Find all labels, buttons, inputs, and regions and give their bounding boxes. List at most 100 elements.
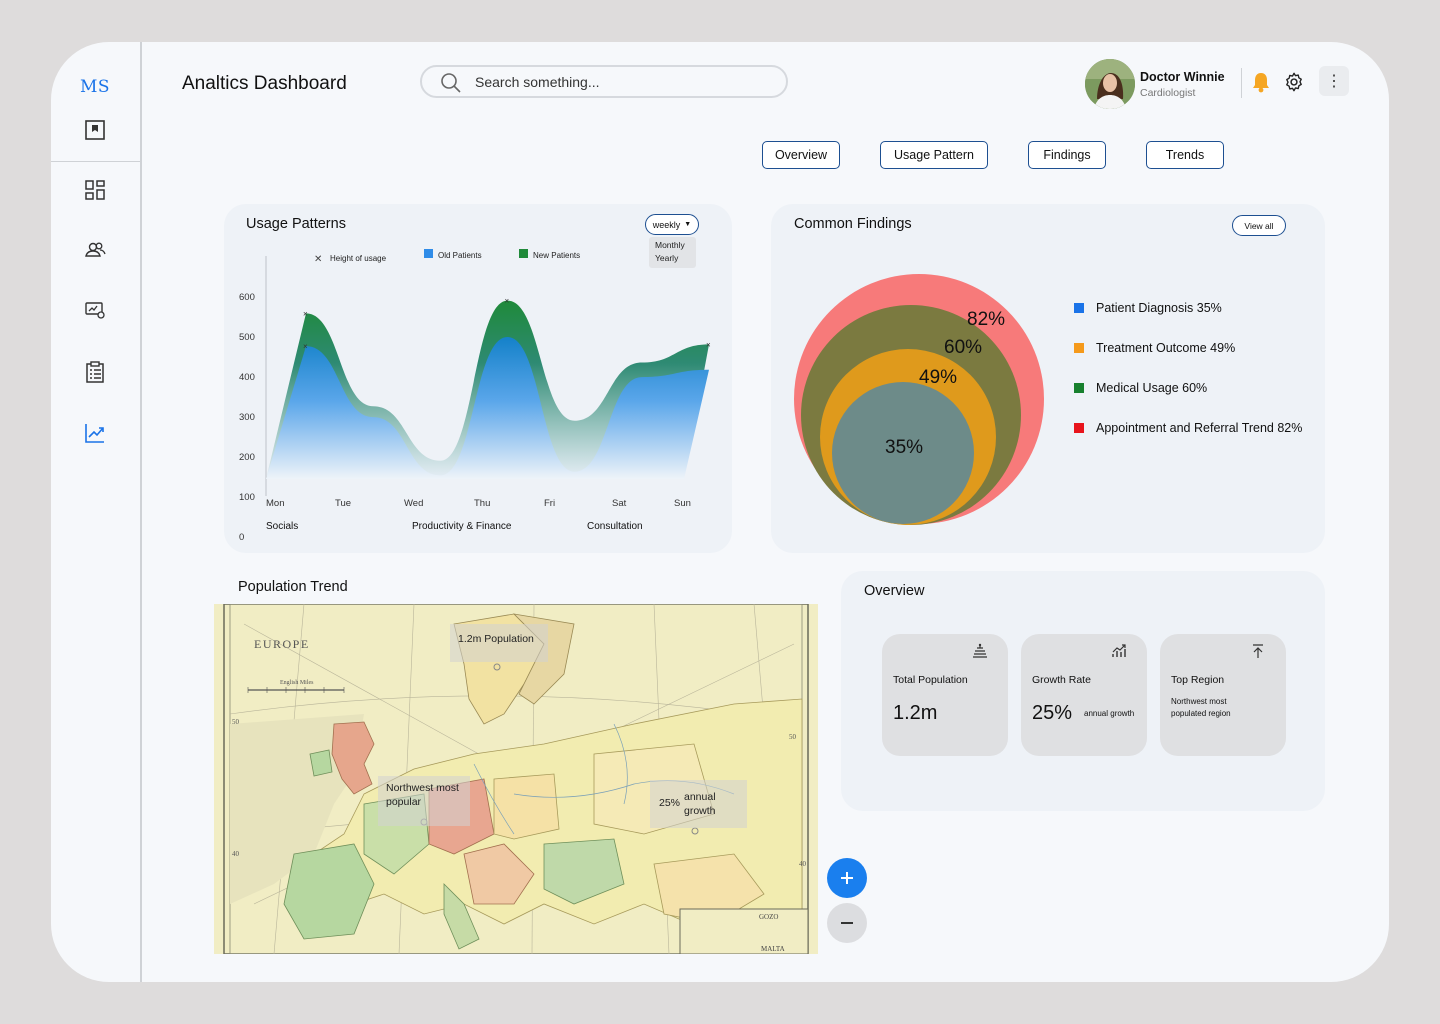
growth-chart-icon bbox=[1112, 644, 1126, 657]
map-title: EUROPE bbox=[254, 637, 310, 651]
tab-overview[interactable]: Overview bbox=[762, 141, 840, 169]
svg-text:50: 50 bbox=[789, 733, 797, 741]
findings-legend-item: Medical Usage 60% bbox=[1074, 381, 1207, 395]
stat-total-population[interactable]: Total Population 1.2m bbox=[882, 634, 1008, 756]
svg-text:50: 50 bbox=[232, 718, 240, 726]
findings-legend-item: Treatment Outcome 49% bbox=[1074, 341, 1235, 355]
population-icon bbox=[973, 643, 987, 658]
x-tick-label: Fri bbox=[544, 498, 555, 509]
findings-legend-item: Appointment and Referral Trend 82% bbox=[1074, 421, 1302, 435]
period-option-yearly[interactable]: Yearly bbox=[655, 252, 696, 265]
zoom-in-button[interactable] bbox=[827, 858, 867, 898]
trend-chart-icon[interactable] bbox=[84, 422, 106, 444]
stat-label: Total Population bbox=[893, 674, 968, 686]
common-findings-card: Common Findings View all 82% 60% 49% 35% Pa… bbox=[771, 204, 1325, 553]
search-input[interactable] bbox=[475, 71, 775, 93]
peak-marker: × bbox=[303, 309, 308, 318]
region-map-label: Northwest most popular bbox=[378, 776, 470, 826]
y-tick-label: 100 bbox=[239, 492, 255, 503]
category-group-label: Productivity & Finance bbox=[412, 521, 512, 532]
period-option-monthly[interactable]: Monthly bbox=[655, 239, 696, 252]
map-inset-label: MALTA bbox=[761, 945, 785, 953]
user-role: Cardiologist bbox=[1140, 87, 1196, 99]
legend-label: Height of usage bbox=[330, 254, 387, 263]
legend-label: New Patients bbox=[533, 251, 580, 260]
usage-patterns-card: Usage Patterns ✕ Height of usage Old Patie… bbox=[224, 204, 732, 553]
tab-findings[interactable]: Findings bbox=[1028, 141, 1106, 169]
stat-value: 25% bbox=[1032, 702, 1073, 724]
users-icon[interactable] bbox=[84, 239, 106, 261]
legend-label: Medical Usage 60% bbox=[1096, 381, 1208, 395]
population-trend-title: Population Trend bbox=[238, 579, 348, 595]
period-dropdown-menu: Monthly Yearly bbox=[649, 237, 696, 268]
europe-map[interactable]: GOZO MALTA EUROPE English Miles 50 50 40… bbox=[214, 604, 818, 954]
legend-swatch bbox=[1074, 383, 1084, 393]
legend-label: Patient Diagnosis 35% bbox=[1096, 301, 1222, 315]
y-tick-label: 400 bbox=[239, 372, 255, 383]
minus-icon bbox=[841, 922, 853, 924]
header-divider bbox=[1241, 68, 1242, 98]
stat-label: Top Region bbox=[1171, 674, 1225, 686]
gear-icon[interactable] bbox=[1283, 71, 1305, 93]
stat-growth-rate[interactable]: Growth Rate 25% annual growth bbox=[1021, 634, 1147, 756]
legend-swatch bbox=[1074, 343, 1084, 353]
bell-icon[interactable] bbox=[1251, 71, 1271, 93]
logo: MS bbox=[80, 77, 111, 97]
image-icon[interactable] bbox=[84, 119, 106, 141]
y-tick-label: 200 bbox=[239, 452, 255, 463]
monitor-settings-icon[interactable] bbox=[84, 299, 106, 321]
peak-marker: × bbox=[303, 342, 308, 351]
stat-subtext: annual growth bbox=[1084, 709, 1135, 718]
stat-value: 1.2m bbox=[893, 702, 938, 724]
legend-label: Old Patients bbox=[438, 251, 482, 260]
peak-marker: × bbox=[706, 340, 711, 349]
map-scale-label: English Miles bbox=[280, 680, 314, 686]
page-title: Analtics Dashboard bbox=[182, 73, 347, 94]
plus-icon bbox=[841, 872, 853, 884]
peak-marker: × bbox=[505, 297, 510, 306]
category-group-label: Socials bbox=[266, 521, 298, 532]
tab-usage-pattern[interactable]: Usage Pattern bbox=[880, 141, 988, 169]
category-group-label: Consultation bbox=[587, 521, 643, 532]
search-icon bbox=[441, 73, 461, 93]
arrow-to-top-icon bbox=[1253, 644, 1263, 658]
legend-swatch bbox=[1074, 423, 1084, 433]
search-bar[interactable] bbox=[420, 65, 788, 98]
user-name: Doctor Winnie bbox=[1140, 70, 1225, 84]
stat-top-region[interactable]: Top Region Northwest most populated regi… bbox=[1160, 634, 1286, 756]
avatar[interactable] bbox=[1085, 59, 1135, 109]
tab-trends[interactable]: Trends bbox=[1146, 141, 1224, 169]
findings-percent-label: 60% bbox=[944, 337, 982, 358]
clipboard-list-icon[interactable] bbox=[84, 361, 106, 383]
overview-title: Overview bbox=[864, 583, 925, 599]
app-window: MS Analtics Dashboard Doctor Winnie Card… bbox=[51, 42, 1389, 982]
findings-percent-label: 49% bbox=[919, 367, 957, 388]
more-vertical-icon[interactable]: ⋮ bbox=[1319, 66, 1349, 96]
x-tick-label: Sun bbox=[674, 498, 691, 509]
x-tick-label: Mon bbox=[266, 498, 284, 509]
grid-icon[interactable] bbox=[84, 179, 106, 201]
period-dropdown[interactable]: weekly ▼ bbox=[645, 214, 699, 235]
x-tick-label: Thu bbox=[474, 498, 490, 509]
growth-percent: 25% bbox=[659, 797, 681, 809]
y-tick-label: 600 bbox=[239, 292, 255, 303]
svg-text:40: 40 bbox=[232, 850, 240, 858]
findings-chart: 82% 60% 49% 35% bbox=[794, 274, 1044, 525]
map-inset-label: GOZO bbox=[759, 913, 778, 921]
zoom-out-button[interactable] bbox=[827, 903, 867, 943]
y-tick-label: 300 bbox=[239, 412, 255, 423]
population-map-label: 1.2m Population bbox=[450, 624, 548, 662]
chevron-down-icon: ▼ bbox=[684, 221, 692, 228]
sidebar: MS bbox=[51, 42, 142, 982]
findings-percent-label: 82% bbox=[967, 309, 1005, 330]
stat-label: Growth Rate bbox=[1032, 674, 1091, 686]
legend-swatch bbox=[1074, 303, 1084, 313]
legend-label: Treatment Outcome 49% bbox=[1096, 341, 1236, 355]
stat-subtext: Northwest most populated region bbox=[1171, 697, 1231, 718]
growth-text: annual growth bbox=[684, 791, 716, 817]
x-legend-icon: ✕ bbox=[314, 254, 322, 265]
period-selected: weekly bbox=[652, 219, 681, 230]
x-tick-label: Sat bbox=[612, 498, 627, 509]
x-tick-label: Tue bbox=[335, 498, 351, 509]
findings-legend-item: Patient Diagnosis 35% bbox=[1074, 301, 1222, 315]
